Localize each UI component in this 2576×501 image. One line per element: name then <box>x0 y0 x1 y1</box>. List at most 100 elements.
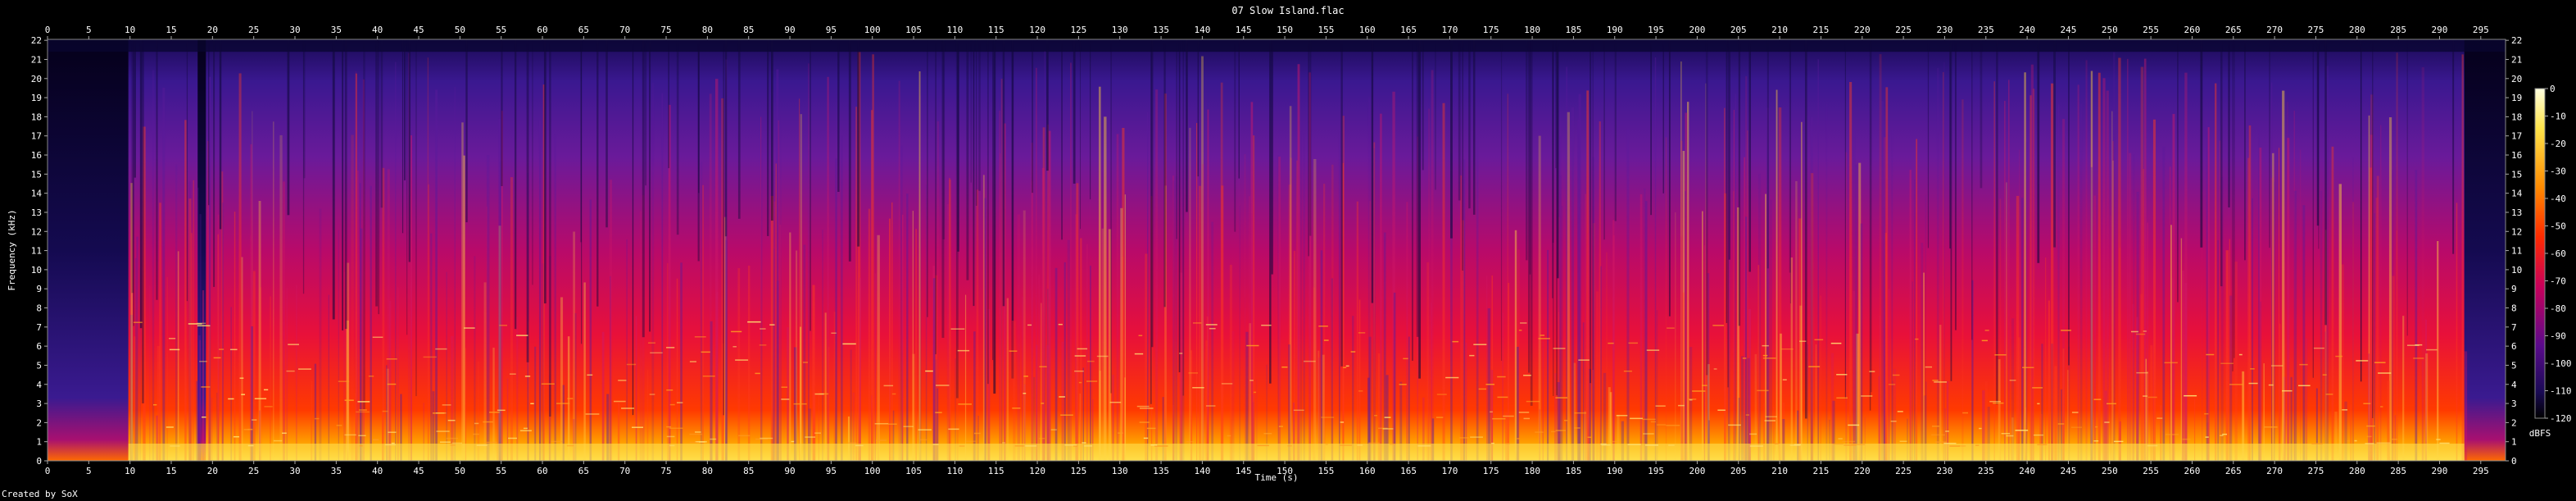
harmonic-dash <box>2164 362 2178 364</box>
harmonic-dash <box>1473 344 1487 345</box>
harmonic-dash <box>1650 421 1656 423</box>
y-tick-label-right: 13 <box>2511 207 2522 218</box>
harmonic-dash <box>508 437 517 440</box>
colorbar-tick-label: -80 <box>2550 303 2566 314</box>
transient-streak <box>1189 127 1191 461</box>
dark-gap <box>723 39 724 416</box>
x-tick-label-top: 295 <box>2473 25 2489 35</box>
harmonic-dash <box>1713 368 1717 370</box>
transient-streak <box>984 198 986 461</box>
transient-streak <box>1297 64 1300 461</box>
harmonic-dash <box>1538 338 1550 339</box>
transient-streak <box>1442 102 1445 461</box>
transient-streak <box>891 202 893 462</box>
harmonic-dash <box>1143 437 1149 440</box>
transient-streak <box>208 326 211 461</box>
harmonic-dash <box>372 439 379 441</box>
dark-gap <box>401 39 404 234</box>
transient-streak <box>193 180 194 461</box>
transient-streak <box>1031 180 1033 461</box>
transient-streak <box>1502 312 1503 461</box>
harmonic-dash <box>793 403 807 405</box>
harmonic-dash <box>1833 443 1844 445</box>
transient-streak <box>2260 301 2261 461</box>
harmonic-dash <box>2104 421 2110 423</box>
harmonic-dash <box>666 426 672 428</box>
transient-streak <box>776 280 780 461</box>
harmonic-dash <box>1838 438 1843 440</box>
harmonic-dash <box>1192 387 1204 389</box>
harmonic-dash <box>1009 350 1018 352</box>
transient-streak <box>946 203 950 461</box>
dark-gap <box>1766 39 1769 269</box>
x-tick-label-bottom: 75 <box>660 466 671 476</box>
x-tick-label-top: 115 <box>988 25 1005 35</box>
dark-gap <box>955 39 959 399</box>
harmonic-dash <box>2238 353 2243 356</box>
x-tick-label-bottom: 175 <box>1483 466 1499 476</box>
transient-streak <box>906 194 909 461</box>
transient-streak <box>1654 57 1657 461</box>
harmonic-dash <box>247 444 254 447</box>
harmonic-dash <box>1209 327 1216 330</box>
dark-gap <box>139 39 143 329</box>
transient-streak <box>1253 135 1255 461</box>
transient-streak <box>2380 125 2382 461</box>
x-tick-label-top: 90 <box>784 25 795 35</box>
harmonic-dash <box>288 344 300 345</box>
y-tick-label-right: 21 <box>2511 54 2522 65</box>
harmonic-dash <box>247 428 253 430</box>
harmonic-dash <box>2037 444 2048 446</box>
x-tick-label-top: 95 <box>826 25 837 35</box>
harmonic-dash <box>1417 445 1431 447</box>
transient-streak <box>2415 170 2418 462</box>
y-tick-label-left: 16 <box>31 150 42 161</box>
transient-streak <box>2331 146 2334 462</box>
harmonic-dash <box>1382 428 1394 430</box>
harmonic-dash <box>1249 380 1254 381</box>
harmonic-dash <box>2143 330 2147 332</box>
harmonic-dash <box>2205 436 2209 438</box>
dark-gap <box>605 39 608 228</box>
harmonic-dash <box>1074 355 1086 357</box>
dark-gap <box>1178 39 1181 373</box>
harmonic-dash <box>2147 396 2157 399</box>
harmonic-dash <box>2380 406 2383 408</box>
transient-streak <box>676 278 678 461</box>
harmonic-dash <box>669 444 675 447</box>
transient-streak <box>2225 250 2229 461</box>
transient-streak <box>898 80 900 462</box>
transient-streak <box>2110 215 2112 461</box>
harmonic-dash <box>1227 435 1231 437</box>
harmonic-dash <box>519 430 532 432</box>
harmonic-dash <box>2070 426 2082 428</box>
transient-streak <box>1101 228 1104 461</box>
dark-gap <box>208 39 210 206</box>
transient-streak <box>1853 290 1856 461</box>
harmonic-dash <box>1993 402 2004 404</box>
harmonic-dash <box>710 438 717 440</box>
dark-gap <box>1269 39 1272 384</box>
dark-gap <box>935 39 937 355</box>
dark-gap <box>1150 39 1152 404</box>
harmonic-dash <box>2356 360 2369 362</box>
harmonic-dash <box>1318 326 1328 327</box>
harmonic-dash <box>1600 443 1607 445</box>
harmonic-dash <box>666 435 675 438</box>
transient-streak <box>841 135 843 461</box>
harmonic-dash <box>133 321 143 323</box>
dark-gap <box>1954 39 1957 330</box>
harmonic-dash <box>1221 383 1233 385</box>
dark-gap <box>1869 39 1871 411</box>
transient-streak <box>2252 198 2253 461</box>
x-tick-label-top: 180 <box>1524 25 1540 35</box>
transient-streak <box>159 203 161 461</box>
harmonic-dash <box>2271 365 2283 367</box>
transient-streak <box>1080 238 1082 461</box>
colorbar-tick-label: -20 <box>2550 139 2566 149</box>
harmonic-dash <box>1962 412 1968 414</box>
x-tick-label-top: 70 <box>619 25 630 35</box>
transient-streak <box>1220 82 1223 462</box>
transient-streak <box>1476 134 1479 461</box>
harmonic-dash <box>473 433 479 435</box>
